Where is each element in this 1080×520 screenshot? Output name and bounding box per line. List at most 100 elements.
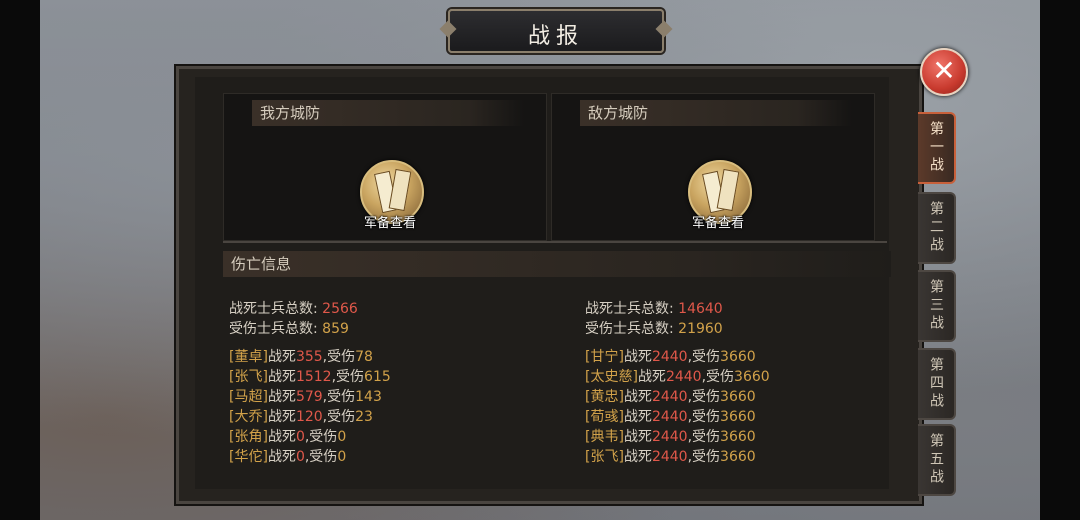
general-row: [典韦]战死2440,受伤3660: [585, 427, 770, 447]
tab-battle-4[interactable]: 第四战: [918, 348, 956, 420]
general-killed: 579: [295, 389, 323, 405]
tab-label: 第四战: [928, 357, 944, 411]
general-wounded: 3660: [720, 389, 756, 405]
general-name: [张飞]: [229, 369, 268, 385]
general-wounded: 3660: [720, 429, 756, 445]
right-bezel: [1040, 0, 1080, 520]
killed-label: 战死: [267, 429, 296, 445]
killed-label: 战死: [623, 389, 652, 405]
general-row: [张角]战死0,受伤0: [229, 427, 391, 447]
tab-battle-3[interactable]: 第三战: [918, 270, 956, 342]
general-name: [张飞]: [585, 449, 624, 465]
general-row: [大乔]战死120,受伤23: [229, 407, 391, 427]
general-row: [甘宁]战死2440,受伤3660: [585, 347, 770, 367]
general-name: [甘宁]: [585, 349, 624, 365]
general-killed: 120: [295, 409, 323, 425]
general-killed: 1512: [295, 369, 332, 385]
general-wounded: 0: [337, 449, 347, 465]
our-defense-box: 我方城防 军备查看: [223, 93, 547, 241]
wounded-label: ,受伤: [322, 389, 356, 405]
general-name: [大乔]: [229, 409, 268, 425]
general-name: [张角]: [229, 429, 268, 445]
general-wounded: 3660: [720, 349, 756, 365]
general-wounded: 23: [355, 409, 373, 425]
wounded-total-label: 受伤士兵总数:: [585, 321, 674, 337]
left-bezel: [0, 0, 40, 520]
general-name: [华佗]: [229, 449, 268, 465]
enemy-equipment-view-label[interactable]: 军备查看: [668, 212, 768, 231]
general-killed: 355: [295, 349, 323, 365]
general-killed: 0: [295, 429, 305, 445]
killed-label: 战死: [267, 369, 296, 385]
killed-label: 战死: [267, 409, 296, 425]
general-wounded: 615: [364, 369, 391, 385]
tab-battle-1[interactable]: 第一战: [918, 112, 956, 184]
close-button[interactable]: ✕: [920, 48, 968, 96]
our-defense-header: 我方城防: [252, 100, 524, 126]
general-killed: 2440: [665, 369, 702, 385]
general-killed: 2440: [651, 349, 688, 365]
general-killed: 2440: [651, 429, 688, 445]
general-name: [典韦]: [585, 429, 624, 445]
tab-battle-5[interactable]: 第五战: [918, 424, 956, 496]
enemy-defense-header: 敌方城防: [580, 100, 852, 126]
our-equipment-view-label[interactable]: 军备查看: [340, 212, 440, 231]
wounded-label: ,受伤: [322, 349, 356, 365]
wounded-label: ,受伤: [687, 449, 721, 465]
wounded-label: ,受伤: [687, 389, 721, 405]
tab-label: 第三战: [928, 279, 944, 333]
our-casualty-column: 战死士兵总数: 2566 受伤士兵总数: 859 [董卓]战死355,受伤78 …: [229, 299, 391, 467]
killed-total-label: 战死士兵总数:: [229, 301, 318, 317]
killed-label: 战死: [623, 409, 652, 425]
tab-battle-2[interactable]: 第二战: [918, 192, 956, 264]
general-name: [黄忠]: [585, 389, 624, 405]
wounded-label: ,受伤: [687, 429, 721, 445]
killed-total-value: 14640: [678, 301, 723, 317]
general-name: [荀彧]: [585, 409, 624, 425]
general-row: [董卓]战死355,受伤78: [229, 347, 391, 367]
wounded-label: ,受伤: [331, 369, 365, 385]
general-row: [荀彧]战死2440,受伤3660: [585, 407, 770, 427]
general-name: [马超]: [229, 389, 268, 405]
killed-total-value: 2566: [322, 301, 358, 317]
scroll-icon: [388, 168, 412, 212]
general-wounded: 3660: [720, 409, 756, 425]
wounded-label: ,受伤: [687, 409, 721, 425]
divider: [223, 241, 887, 243]
killed-label: 战死: [637, 369, 666, 385]
tab-label: 第五战: [928, 433, 944, 487]
general-row: [张飞]战死1512,受伤615: [229, 367, 391, 387]
general-killed: 2440: [651, 389, 688, 405]
general-wounded: 3660: [734, 369, 770, 385]
casualty-header: 伤亡信息: [223, 251, 891, 277]
title-plate: 战报: [448, 9, 664, 53]
wounded-label: ,受伤: [322, 409, 356, 425]
general-wounded: 143: [355, 389, 382, 405]
killed-total-row: 战死士兵总数: 14640: [585, 299, 770, 319]
wounded-label: ,受伤: [701, 369, 735, 385]
killed-label: 战死: [267, 389, 296, 405]
general-row: [黄忠]战死2440,受伤3660: [585, 387, 770, 407]
scroll-icon: [716, 168, 740, 212]
wounded-label: ,受伤: [687, 349, 721, 365]
wounded-total-value: 21960: [678, 321, 723, 337]
killed-label: 战死: [623, 429, 652, 445]
enemy-casualty-column: 战死士兵总数: 14640 受伤士兵总数: 21960 [甘宁]战死2440,受…: [585, 299, 770, 467]
tab-label: 第一战: [928, 121, 944, 175]
killed-total-row: 战死士兵总数: 2566: [229, 299, 391, 319]
killed-label: 战死: [623, 349, 652, 365]
general-wounded: 78: [355, 349, 373, 365]
wounded-total-row: 受伤士兵总数: 859: [229, 319, 391, 339]
page-title: 战报: [527, 24, 584, 49]
general-killed: 2440: [651, 409, 688, 425]
general-wounded: 0: [337, 429, 347, 445]
general-killed: 2440: [651, 449, 688, 465]
panel-inner: 我方城防 军备查看 敌方城防 军备查看 伤亡信息 战死士兵总数: 2566 受伤…: [195, 77, 891, 489]
wounded-total-row: 受伤士兵总数: 21960: [585, 319, 770, 339]
general-row: [华佗]战死0,受伤0: [229, 447, 391, 467]
wounded-label: ,受伤: [304, 429, 338, 445]
killed-label: 战死: [267, 349, 296, 365]
killed-label: 战死: [623, 449, 652, 465]
killed-label: 战死: [267, 449, 296, 465]
general-name: [董卓]: [229, 349, 268, 365]
